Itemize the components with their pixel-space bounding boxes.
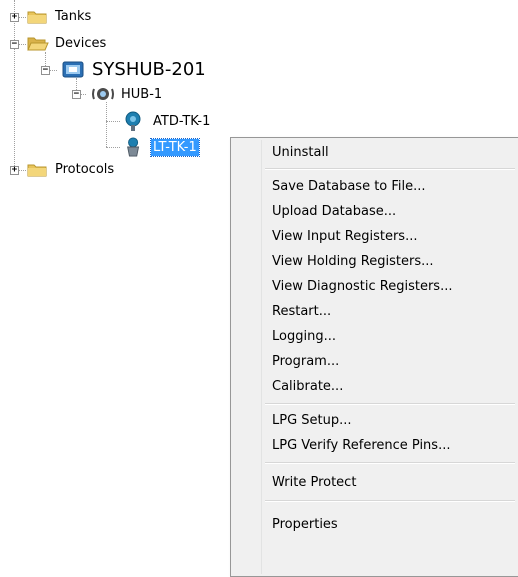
tree-node-label: HUB-1 (121, 86, 163, 102)
tree-node-label: Devices (55, 36, 107, 51)
collapse-syshub-toggle[interactable]: − (41, 66, 50, 75)
menu-item-view-holding-registers[interactable]: View Holding Registers... (272, 251, 434, 273)
menu-item-uninstall[interactable]: Uninstall (272, 142, 329, 164)
menu-item-calibrate[interactable]: Calibrate... (272, 376, 343, 398)
tree-node-label: Protocols (55, 162, 115, 177)
menu-item-write-protect[interactable]: Write Protect (272, 472, 356, 494)
menu-gutter (261, 140, 262, 574)
collapse-devices-toggle[interactable]: − (10, 40, 19, 49)
tree-node-label: ATD-TK-1 (153, 113, 211, 129)
tree-node-hub[interactable]: HUB-1 (92, 85, 164, 103)
tree-node-tanks[interactable]: Tanks (27, 8, 93, 25)
tree-node-lt[interactable]: LT-TK-1 (123, 137, 200, 157)
menu-separator (265, 168, 515, 170)
tree-line (106, 147, 120, 148)
menu-item-lpg-setup[interactable]: LPG Setup... (272, 410, 352, 432)
tree-node-atd[interactable]: ATD-TK-1 (123, 111, 212, 131)
level-transmitter-icon (127, 137, 140, 157)
system-hub-icon (62, 61, 84, 77)
menu-item-restart[interactable]: Restart... (272, 301, 331, 323)
menu-item-program[interactable]: Program... (272, 351, 339, 373)
collapse-hub-toggle[interactable]: − (72, 90, 81, 99)
menu-item-upload-database[interactable]: Upload Database... (272, 201, 396, 223)
tree-node-label: Tanks (55, 9, 92, 24)
open-folder-icon (27, 36, 49, 51)
tree-line (106, 121, 120, 122)
menu-item-view-input-registers[interactable]: View Input Registers... (272, 226, 417, 248)
menu-item-logging[interactable]: Logging... (272, 326, 336, 348)
transmitter-icon (125, 111, 141, 131)
tree-node-syshub[interactable]: SYSHUB-201 (62, 58, 208, 81)
tree-line (106, 102, 107, 147)
expand-protocols-toggle[interactable]: + (10, 166, 19, 175)
menu-item-save-database[interactable]: Save Database to File... (272, 176, 426, 198)
folder-icon (27, 9, 47, 24)
menu-separator (265, 500, 515, 502)
tree-node-label: LT-TK-1 (150, 137, 200, 157)
context-menu: Uninstall Save Database to File... Uploa… (230, 137, 518, 577)
tree-node-devices[interactable]: Devices (27, 35, 108, 52)
tree-node-protocols[interactable]: Protocols (27, 161, 116, 178)
tree-node-label: SYSHUB-201 (92, 59, 206, 80)
folder-icon (27, 162, 47, 177)
menu-separator (265, 462, 515, 464)
menu-separator (265, 403, 515, 405)
hub-icon (92, 88, 114, 100)
tree-line (14, 0, 15, 170)
menu-item-view-diagnostic-registers[interactable]: View Diagnostic Registers... (272, 276, 452, 298)
menu-item-properties[interactable]: Properties (272, 514, 338, 536)
expand-tanks-toggle[interactable]: + (10, 13, 19, 22)
menu-item-lpg-verify-reference-pins[interactable]: LPG Verify Reference Pins... (272, 435, 450, 457)
